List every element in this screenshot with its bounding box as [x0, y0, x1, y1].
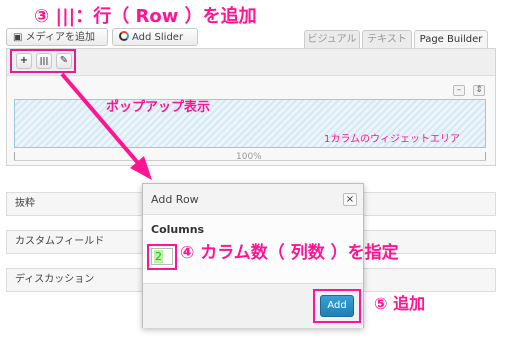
columns-highlight — [147, 244, 177, 270]
close-icon[interactable]: × — [343, 193, 357, 206]
annotation-add: ⑤ 追加 — [374, 294, 426, 313]
add-highlight — [313, 289, 361, 323]
columns-label: Columns — [151, 223, 205, 236]
annotation-columns: ④ カラム数（ 列数 ）を指定 — [180, 243, 399, 263]
dialog-title: Add Row — [151, 193, 199, 206]
